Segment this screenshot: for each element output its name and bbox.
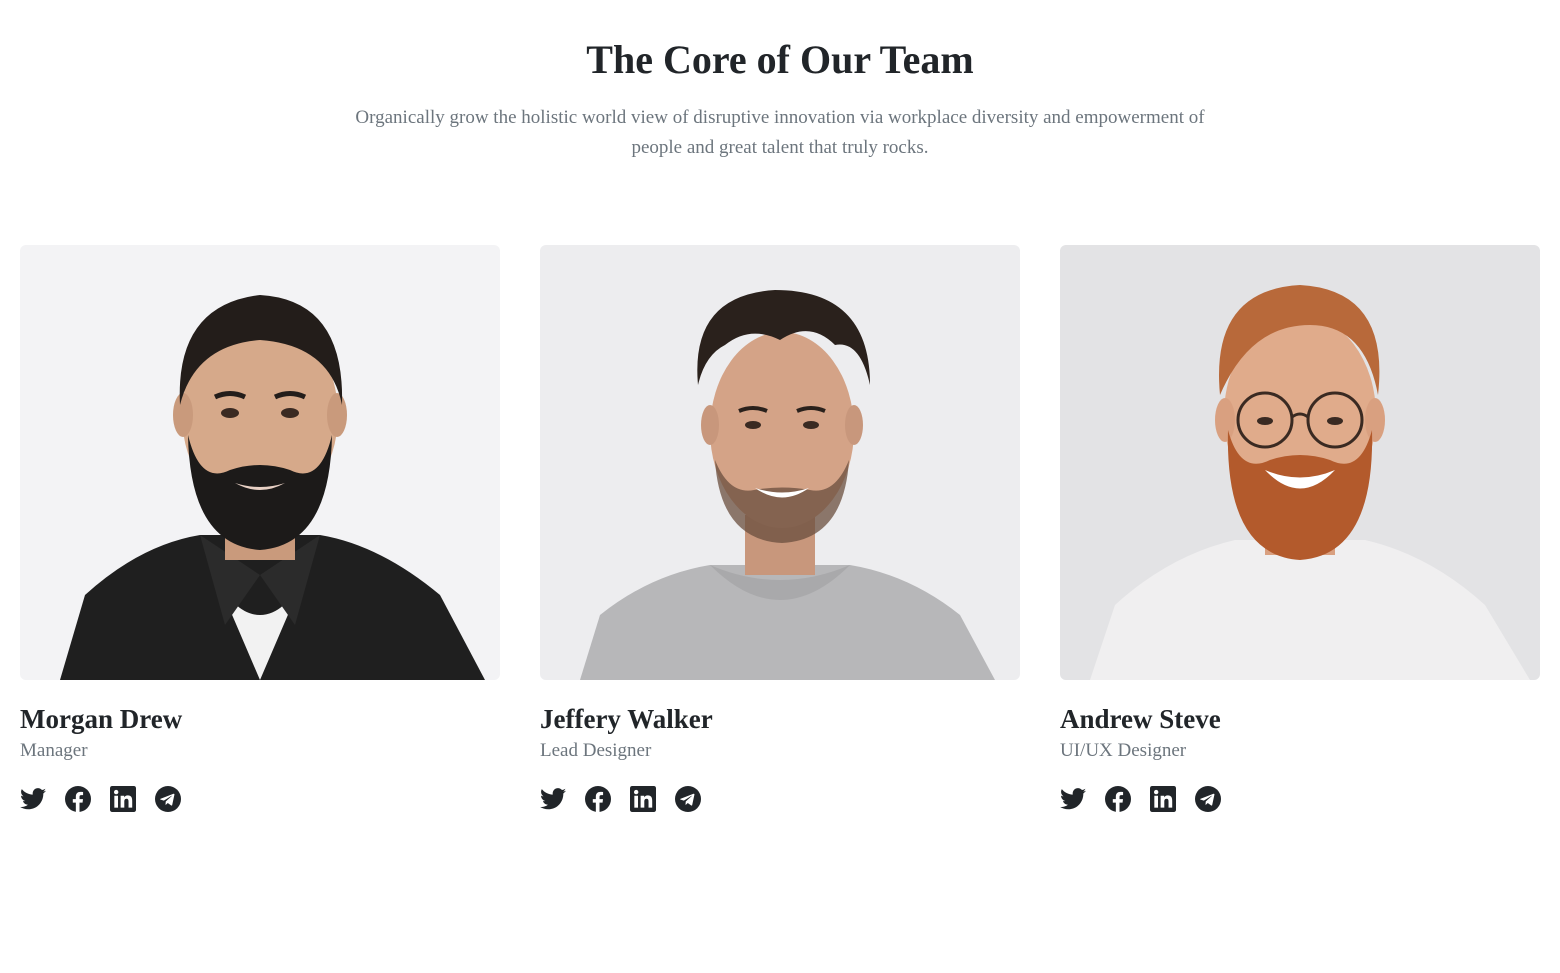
member-role: Lead Designer: [540, 740, 652, 761]
facebook-icon[interactable]: [585, 786, 611, 812]
twitter-icon[interactable]: [540, 786, 566, 812]
member-name: Andrew Steve: [1060, 704, 1221, 734]
member-name: Jeffery Walker: [540, 704, 713, 734]
telegram-icon[interactable]: [675, 786, 701, 812]
linkedin-icon[interactable]: [1150, 786, 1176, 812]
member-photo: [20, 245, 500, 680]
twitter-icon[interactable]: [1060, 786, 1086, 812]
section-header: The Core of Our Team Organically grow th…: [0, 0, 1560, 163]
telegram-icon[interactable]: [155, 786, 181, 812]
linkedin-icon[interactable]: [630, 786, 656, 812]
telegram-icon[interactable]: [1195, 786, 1221, 812]
section-subtitle: Organically grow the holistic world view…: [355, 107, 1205, 158]
team-grid: Morgan Drew Manager Jeffery Walker Lead …: [20, 245, 1540, 812]
team-card-andrew-steve: Andrew Steve UI/UX Designer: [1060, 245, 1540, 812]
social-links: [1060, 786, 1540, 812]
facebook-icon[interactable]: [65, 786, 91, 812]
team-card-jeffery-walker: Jeffery Walker Lead Designer: [540, 245, 1020, 812]
social-links: [540, 786, 1020, 812]
member-role: Manager: [20, 740, 88, 761]
member-role: UI/UX Designer: [1060, 740, 1187, 761]
member-photo: [540, 245, 1020, 680]
member-photo: [1060, 245, 1540, 680]
team-card-morgan-drew: Morgan Drew Manager: [20, 245, 500, 812]
member-name: Morgan Drew: [20, 704, 183, 734]
section-title: The Core of Our Team: [586, 37, 974, 82]
facebook-icon[interactable]: [1105, 786, 1131, 812]
linkedin-icon[interactable]: [110, 786, 136, 812]
social-links: [20, 786, 500, 812]
twitter-icon[interactable]: [20, 786, 46, 812]
